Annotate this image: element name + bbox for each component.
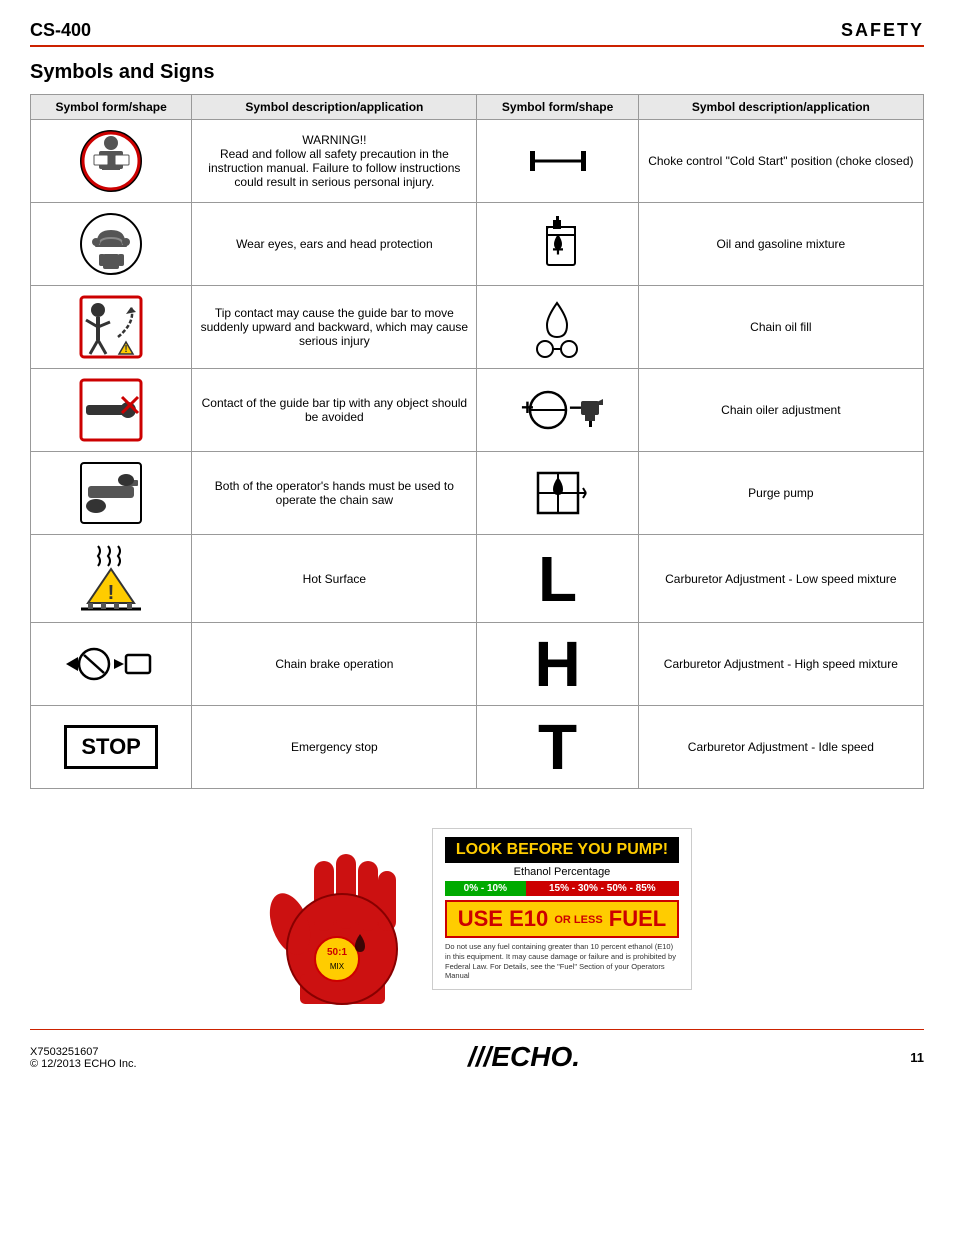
hot-surface-icon: ! <box>76 541 146 616</box>
desc-two-hands: Both of the operator's hands must be use… <box>192 452 477 535</box>
stop-symbol: STOP <box>64 725 158 769</box>
desc-letter-H: Carburetor Adjustment - High speed mixtu… <box>638 623 923 706</box>
svg-text:−: − <box>569 395 582 420</box>
two-hands-icon <box>76 458 146 528</box>
svg-text:MIX: MIX <box>330 962 345 971</box>
hand-stop-icon: 50:1 MIX <box>262 809 432 1009</box>
desc-chain-oiler: Chain oiler adjustment <box>638 369 923 452</box>
warning-icon <box>79 129 144 194</box>
oil-gas-icon: + <box>525 212 590 277</box>
svg-text:50:1: 50:1 <box>327 947 347 958</box>
footer-left: X7503251607 © 12/2013 ECHO Inc. <box>30 1046 137 1070</box>
desc-choke: Choke control "Cold Start" position (cho… <box>638 120 923 203</box>
section-title: Symbols and Signs <box>30 61 924 84</box>
svg-text:///ECHO.: ///ECHO. <box>466 1041 580 1072</box>
pump-disclaimer: Do not use any fuel containing greater t… <box>445 942 679 981</box>
symbol-kickback: ! <box>31 286 192 369</box>
symbol-warning <box>31 120 192 203</box>
table-row: ! Tip contact may cause the guide bar to… <box>31 286 924 369</box>
desc-letter-T: Carburetor Adjustment - Idle speed <box>638 706 923 789</box>
symbol-letter-L: L <box>477 535 638 623</box>
desc-warning: WARNING!! Read and follow all safety pre… <box>192 120 477 203</box>
part-number: X7503251607 <box>30 1046 137 1058</box>
page-footer: X7503251607 © 12/2013 ECHO Inc. ///ECHO.… <box>30 1029 924 1079</box>
desc-chain-brake: Chain brake operation <box>192 623 477 706</box>
svg-text:!: ! <box>124 344 127 355</box>
col-header-1: Symbol form/shape <box>31 95 192 120</box>
echo-logo: ///ECHO. <box>463 1036 583 1079</box>
desc-letter-L: Carburetor Adjustment - Low speed mixtur… <box>638 535 923 623</box>
page-header: CS-400 SAFETY <box>30 20 924 47</box>
desc-ppe: Wear eyes, ears and head protection <box>192 203 477 286</box>
col-header-4: Symbol description/application <box>638 95 923 120</box>
svg-text:!: ! <box>108 582 115 604</box>
kickback-icon: ! <box>76 292 146 362</box>
ethanol-label: Ethanol Percentage <box>445 866 679 878</box>
symbol-chain-oil <box>477 286 638 369</box>
symbol-two-hands <box>31 452 192 535</box>
symbol-guide-bar <box>31 369 192 452</box>
table-row: Wear eyes, ears and head protection + <box>31 203 924 286</box>
table-row: Both of the operator's hands must be use… <box>31 452 924 535</box>
symbol-stop: STOP <box>31 706 192 789</box>
ethanol-green-range: 0% - 10% <box>445 881 526 896</box>
choke-closed-icon <box>528 141 588 181</box>
echo-logo-svg: ///ECHO. <box>463 1036 583 1076</box>
table-row: ! Hot Surface L Carburetor A <box>31 535 924 623</box>
letter-L-symbol: L <box>538 547 577 611</box>
symbol-letter-T: T <box>477 706 638 789</box>
symbol-ppe <box>31 203 192 286</box>
desc-kickback: Tip contact may cause the guide bar to m… <box>192 286 477 369</box>
desc-oil-gas: Oil and gasoline mixture <box>638 203 923 286</box>
table-row: Chain brake operation H Carburetor Adjus… <box>31 623 924 706</box>
symbol-oil-gas: + <box>477 203 638 286</box>
table-row: WARNING!! Read and follow all safety pre… <box>31 120 924 203</box>
pump-title: LOOK BEFORE YOU PUMP! <box>445 837 679 863</box>
col-header-3: Symbol form/shape <box>477 95 638 120</box>
desc-purge-pump: Purge pump <box>638 452 923 535</box>
symbol-chain-oiler: + − <box>477 369 638 452</box>
table-row: Contact of the guide bar tip with any ob… <box>31 369 924 452</box>
symbol-choke <box>477 120 638 203</box>
chain-oil-fill-icon <box>525 295 590 360</box>
ethanol-bar: 0% - 10% 15% - 30% - 50% - 85% <box>445 881 679 896</box>
chain-brake-icon <box>66 637 156 692</box>
ppe-icon <box>79 212 144 277</box>
page-number: 11 <box>910 1050 924 1065</box>
letter-T-symbol: T <box>538 715 577 779</box>
desc-hot-surface: Hot Surface <box>192 535 477 623</box>
copyright: © 12/2013 ECHO Inc. <box>30 1058 137 1070</box>
look-before-pump-graphic: 50:1 MIX LOOK BEFORE YOU PUMP! Ethanol P… <box>262 809 692 1009</box>
desc-chain-oil: Chain oil fill <box>638 286 923 369</box>
symbol-letter-H: H <box>477 623 638 706</box>
ethanol-red-range: 15% - 30% - 50% - 85% <box>526 881 679 896</box>
symbol-chain-brake <box>31 623 192 706</box>
desc-stop: Emergency stop <box>192 706 477 789</box>
use-e10-label: USE E10 OR LESS FUEL <box>445 900 679 938</box>
symbol-purge-pump <box>477 452 638 535</box>
section-title-header: SAFETY <box>841 20 924 41</box>
chain-oiler-icon: + − <box>513 383 603 438</box>
table-row: STOP Emergency stop T Carburetor Adjustm… <box>31 706 924 789</box>
desc-guide-bar: Contact of the guide bar tip with any ob… <box>192 369 477 452</box>
col-header-2: Symbol description/application <box>192 95 477 120</box>
symbols-table: Symbol form/shape Symbol description/app… <box>30 94 924 789</box>
letter-H-symbol: H <box>534 632 580 696</box>
product-code: CS-400 <box>30 20 91 41</box>
symbol-hot-surface: ! <box>31 535 192 623</box>
fuel-warning-section: 50:1 MIX LOOK BEFORE YOU PUMP! Ethanol P… <box>30 809 924 1009</box>
guide-bar-icon <box>76 375 146 445</box>
purge-pump-icon <box>528 463 588 523</box>
pump-sign-box: LOOK BEFORE YOU PUMP! Ethanol Percentage… <box>432 828 692 990</box>
